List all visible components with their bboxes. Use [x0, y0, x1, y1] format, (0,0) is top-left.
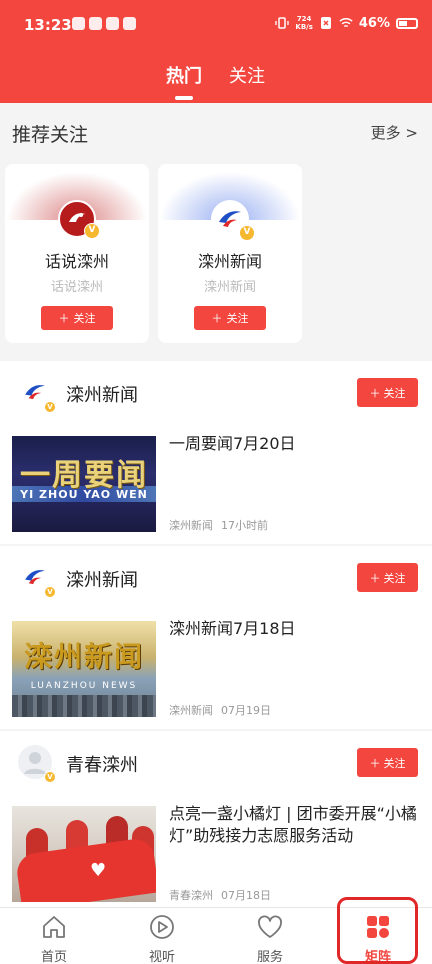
plus-icon: ＋ — [211, 312, 223, 325]
battery-icon — [396, 17, 418, 29]
plus-icon: ＋ — [58, 312, 70, 325]
heart-icon: ♥ — [90, 860, 107, 881]
notification-app-icon — [106, 17, 119, 30]
feed-item[interactable]: V 青春滦州 ＋ 关注 ♥ 点亮一盏小橘灯 | 团市委开展“小橘灯”助残接力志愿… — [0, 731, 432, 907]
avatar[interactable]: V — [18, 560, 56, 598]
tab-hot[interactable]: 热门 — [166, 62, 202, 88]
follow-button[interactable]: ＋ 关注 — [41, 306, 113, 330]
net-speed-unit: KB/s — [295, 23, 313, 31]
nav-home[interactable]: 首页 — [0, 908, 108, 964]
recommend-more-link[interactable]: 更多 > — [371, 122, 418, 143]
follow-button[interactable]: ＋ 关注 — [357, 563, 418, 592]
vibrate-icon — [275, 17, 290, 29]
tab-follow[interactable]: 关注 — [229, 62, 265, 88]
status-time: 13:23 — [24, 16, 72, 34]
plus-icon: ＋ — [369, 571, 381, 585]
follow-label: 关注 — [383, 756, 406, 770]
mail-icon — [123, 17, 136, 30]
status-bar: 13:23 724 KB/s 46% — [0, 0, 432, 52]
news-title[interactable]: 滦州新闻7月18日 — [169, 618, 421, 640]
heart-icon — [258, 915, 282, 938]
nav-label: 首页 — [40, 950, 67, 964]
verified-icon: V — [239, 225, 255, 241]
nav-label: 服务 — [256, 950, 283, 964]
nav-label: 视听 — [148, 950, 175, 964]
account-name[interactable]: 滦州新闻 — [66, 566, 138, 592]
top-header: 13:23 724 KB/s 46% 热门 关注 — [0, 0, 432, 103]
avatar[interactable]: V — [18, 375, 56, 413]
news-source: 滦州新闻 — [169, 704, 213, 717]
account-name[interactable]: 滦州新闻 — [66, 381, 138, 407]
recommend-card[interactable]: V 滦州新闻 滦州新闻 ＋ 关注 — [158, 164, 302, 343]
news-time: 17小时前 — [221, 519, 268, 532]
news-source: 滦州新闻 — [169, 519, 213, 532]
notification-icons — [72, 17, 136, 30]
sim-icon — [320, 17, 331, 29]
account-name[interactable]: 青春滦州 — [66, 751, 138, 777]
thumb-subtitle: LUANZHOU NEWS — [30, 681, 138, 691]
verified-icon: V — [44, 401, 56, 413]
verified-icon: V — [44, 771, 56, 783]
recommend-title: 推荐关注 — [12, 124, 89, 146]
avatar[interactable]: V — [18, 745, 56, 783]
status-right: 724 KB/s 46% — [275, 15, 418, 31]
news-meta: 滦州新闻 17小时前 — [169, 517, 268, 533]
avatar: V — [211, 200, 255, 241]
verified-icon: V — [84, 223, 100, 239]
follow-label: 关注 — [383, 386, 406, 400]
follow-label: 关注 — [226, 312, 249, 325]
recommend-sub: 话说滦州 — [50, 280, 103, 295]
news-meta: 青春滦州 07月18日 — [169, 887, 271, 903]
follow-label: 关注 — [73, 312, 96, 325]
feed-item[interactable]: V 滦州新闻 ＋ 关注 一周要闻 YI ZHOU YAO WEN 一周要闻7月2… — [0, 361, 432, 544]
thumb-title: 滦州新闻 — [23, 640, 144, 673]
follow-label: 关注 — [383, 571, 406, 585]
news-meta: 滦州新闻 07月19日 — [169, 702, 271, 718]
feed-item[interactable]: V 滦州新闻 ＋ 关注 滦州新闻 LUANZHOU NEWS 滦州新闻7月18日… — [0, 546, 432, 729]
tiktok-icon — [89, 17, 102, 30]
recommend-name: 话说滦州 — [44, 252, 109, 271]
play-icon — [150, 915, 174, 939]
news-time: 07月19日 — [221, 704, 271, 717]
follow-button[interactable]: ＋ 关注 — [357, 378, 418, 407]
notification-app-icon — [72, 17, 85, 30]
news-time: 07月18日 — [221, 889, 271, 902]
tab-indicator — [175, 96, 193, 100]
follow-button[interactable]: ＋ 关注 — [194, 306, 266, 330]
plus-icon: ＋ — [369, 756, 381, 770]
news-thumbnail[interactable]: 一周要闻 YI ZHOU YAO WEN — [12, 436, 156, 532]
thumb-skyline — [12, 695, 156, 717]
verified-icon: V — [44, 586, 56, 598]
top-tabs: 热门 关注 — [0, 60, 432, 100]
news-title[interactable]: 点亮一盏小橘灯 | 团市委开展“小橘灯”助残接力志愿服务活动 — [169, 803, 421, 847]
battery-percent: 46% — [358, 15, 390, 31]
net-speed: 724 KB/s — [295, 15, 312, 31]
thumb-subtitle: YI ZHOU YAO WEN — [20, 488, 148, 501]
plus-icon: ＋ — [369, 386, 381, 400]
home-icon — [43, 916, 65, 938]
highlight-outline — [337, 897, 418, 964]
recommend-sub: 滦州新闻 — [203, 280, 256, 295]
recommend-card[interactable]: V 话说滦州 话说滦州 ＋ 关注 — [5, 164, 149, 343]
news-source: 青春滦州 — [169, 889, 213, 902]
recommend-name: 滦州新闻 — [197, 252, 262, 271]
avatar: V — [58, 200, 100, 239]
nav-media[interactable]: 视听 — [108, 908, 216, 964]
wifi-icon — [339, 18, 353, 28]
follow-button[interactable]: ＋ 关注 — [357, 748, 418, 777]
news-thumbnail[interactable]: ♥ — [12, 806, 156, 902]
news-title[interactable]: 一周要闻7月20日 — [169, 433, 421, 455]
net-speed-value: 724 — [296, 15, 312, 23]
news-thumbnail[interactable]: 滦州新闻 LUANZHOU NEWS — [12, 621, 156, 717]
nav-service[interactable]: 服务 — [216, 908, 324, 964]
